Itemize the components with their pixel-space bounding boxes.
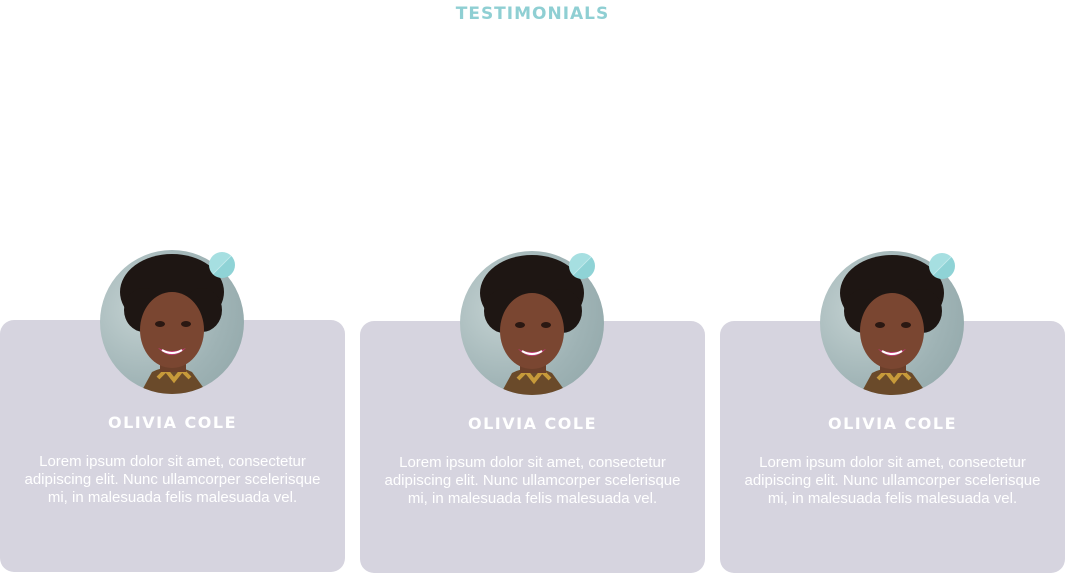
section-title: TESTIMONIALS [455, 4, 610, 24]
badge-dot-icon [929, 253, 955, 279]
testimonial-quote: Lorem ipsum dolor sit amet, consectetur … [384, 454, 681, 507]
avatar-container [100, 250, 244, 394]
testimonial-quote: Lorem ipsum dolor sit amet, consectetur … [744, 454, 1041, 507]
testimonial-quote: Lorem ipsum dolor sit amet, consectetur … [24, 453, 321, 506]
testimonial-card: OLIVIA COLE Lorem ipsum dolor sit amet, … [0, 250, 345, 572]
testimonial-name: OLIVIA COLE [467, 414, 597, 433]
badge-dot-icon [209, 252, 235, 278]
avatar-container [820, 251, 964, 395]
testimonial-name: OLIVIA COLE [107, 413, 237, 432]
testimonial-card: OLIVIA COLE Lorem ipsum dolor sit amet, … [720, 251, 1065, 573]
avatar-container [460, 251, 604, 395]
testimonial-card: OLIVIA COLE Lorem ipsum dolor sit amet, … [360, 251, 705, 573]
testimonial-name: OLIVIA COLE [827, 414, 957, 433]
badge-dot-icon [569, 253, 595, 279]
